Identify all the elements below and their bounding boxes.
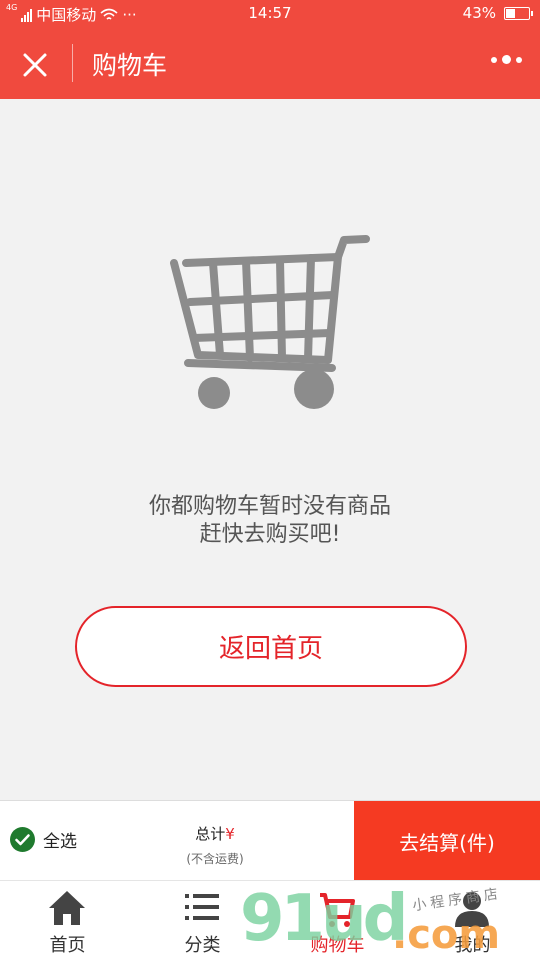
more-menu-icon[interactable]: [491, 55, 522, 64]
total-summary: 总计¥ (不含运费): [170, 823, 260, 867]
battery-icon: [504, 6, 533, 20]
tab-profile[interactable]: 我的: [405, 881, 540, 960]
tab-cart[interactable]: 购物车: [270, 881, 405, 960]
battery-percent: 43%: [462, 4, 496, 22]
user-icon: [455, 892, 489, 927]
checkout-button[interactable]: 去结算(件): [354, 801, 540, 881]
empty-cart-icon: [170, 235, 370, 409]
checkout-bar: 全选 总计¥ (不含运费) 去结算(件): [0, 800, 540, 881]
total-currency: ¥: [225, 825, 235, 843]
list-icon: [185, 894, 219, 920]
tab-category-label: 分类: [184, 935, 221, 956]
tab-home-label: 首页: [49, 935, 86, 956]
status-bar: 4G 中国移动 ··· 14:57 43%: [0, 0, 540, 28]
close-icon[interactable]: [18, 48, 52, 82]
home-icon: [49, 891, 85, 925]
tab-home[interactable]: 首页: [0, 881, 135, 960]
empty-cart-submessage: 赶快去购买吧!: [199, 522, 341, 547]
back-to-home-button[interactable]: 返回首页: [75, 606, 467, 687]
page-title: 购物车: [92, 51, 168, 80]
cart-icon: [320, 893, 355, 927]
nav-bar: 购物车: [0, 28, 540, 99]
select-all-label: 全选: [43, 832, 77, 852]
tab-profile-label: 我的: [454, 935, 491, 956]
tab-cart-label: 购物车: [310, 935, 365, 956]
nav-divider: [72, 44, 73, 82]
select-all-checkbox[interactable]: 全选: [10, 827, 77, 852]
tab-category[interactable]: 分类: [135, 881, 270, 960]
status-right: 43%: [462, 4, 533, 22]
status-time: 14:57: [248, 4, 292, 22]
checkmark-icon: [10, 827, 35, 852]
total-label: 总计: [195, 825, 226, 843]
shipping-note: (不含运费): [186, 852, 244, 866]
tab-bar: 首页 分类 购物车 我的: [0, 880, 540, 960]
